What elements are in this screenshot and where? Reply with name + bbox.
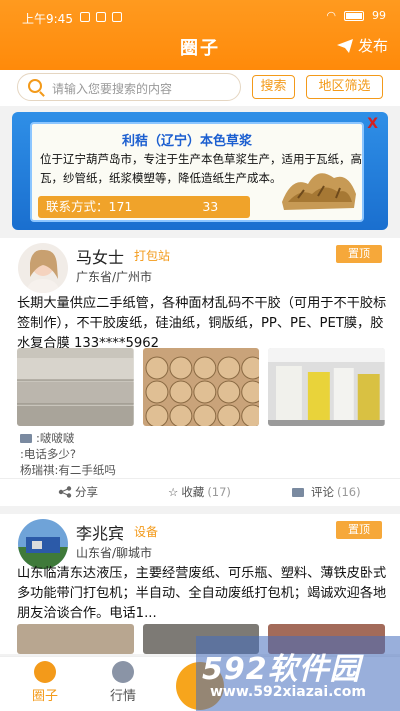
send-icon [336,38,353,53]
banner-title: 利秸（辽宁）本色草浆 [121,134,252,149]
trend-icon [112,661,134,683]
search-placeholder: 请输入您要搜索的内容 [52,82,173,96]
notification-icon [96,12,106,22]
post-photo[interactable] [17,348,134,426]
circle-icon [34,661,56,683]
author-name[interactable]: 马女士 [76,244,124,268]
post-photos [17,348,386,426]
post-photo[interactable] [142,348,260,426]
watermark: 592软件园 www.592xiazai.com [196,636,400,711]
avatar[interactable] [18,243,68,293]
share-button[interactable]: 分享 [58,484,98,500]
favorite-button[interactable]: ☆ 收藏 (17) [168,484,231,500]
comment-icon [292,487,304,497]
post-content[interactable]: 长期大量供应二手纸管，各种面材乱码不干胶（可用于不干胶标签制作），不干胶废纸，硅… [17,294,387,354]
comment-icon [20,434,32,443]
publish-label: 发布 [357,37,388,55]
ad-banner[interactable]: 利秸（辽宁）本色草浆 位于辽宁葫芦岛市，专注于生产本色草浆生产，适用于瓦纸，高瓦… [12,112,388,230]
region-filter-button[interactable]: 地区筛选 [306,75,383,99]
watermark-url: www.592xiazai.com [210,684,366,700]
publish-button[interactable]: 发布 [336,35,388,56]
comment-line: :啵啵啵 [20,430,74,446]
search-row: 请输入您要搜索的内容 搜索 地区筛选 [0,70,400,106]
divider [0,478,400,479]
comment-line: :电话多少? [20,447,76,461]
post-card[interactable]: 马女士 打包站 广东省/广州市 置顶 长期大量供应二手纸管，各种面材乱码不干胶（… [0,238,400,506]
battery-icon [344,10,364,21]
pinned-badge: 置顶 [336,521,382,539]
search-icon [28,79,42,93]
banner-contact: 联系方式：171 33 [38,196,250,218]
post-photo[interactable] [17,624,134,654]
author-role: 打包站 [134,249,171,263]
status-bar: 上午9:45 ◠ 99 [0,0,400,28]
author-location: 山东省/聊城市 [76,546,153,560]
notification-icon [80,12,90,22]
author-role: 设备 [134,525,159,539]
close-icon[interactable]: X [367,116,378,132]
notification-icon [112,12,122,22]
pinned-badge: 置顶 [336,245,382,263]
wifi-icon: ◠ [326,9,336,22]
share-icon [58,486,72,498]
app-header: 上午9:45 ◠ 99 圈子 发布 [0,0,400,70]
author-location: 广东省/广州市 [76,270,153,284]
nav-item-market[interactable]: 行情 [88,657,158,704]
avatar[interactable] [18,519,68,569]
post-photo[interactable] [268,348,386,426]
post-card[interactable]: 李兆宾 设备 山东省/聊城市 置顶 山东临清东达液压，主要经营废纸、可乐瓶、塑料… [0,514,400,654]
search-input[interactable]: 请输入您要搜索的内容 [17,73,241,101]
pulp-image [282,173,356,210]
star-icon: ☆ [168,485,179,499]
status-right: ◠ 99 [326,9,386,22]
contact-tail: 33 [202,199,219,214]
watermark-logo: 592软件园 [202,652,361,687]
status-time: 上午9:45 [22,12,73,26]
comment-line: 杨瑞祺:有二手纸吗 [20,463,116,477]
contact-label: 联系方式：171 [46,199,133,214]
battery-level: 99 [372,9,386,22]
banner-card: 利秸（辽宁）本色草浆 位于辽宁葫芦岛市，专注于生产本色草浆生产，适用于瓦纸，高瓦… [30,122,364,222]
author-name[interactable]: 李兆宾 [76,520,124,544]
nav-item-circle[interactable]: 圈子 [10,657,80,704]
search-button[interactable]: 搜索 [252,75,295,99]
post-content[interactable]: 山东临清东达液压，主要经营废纸、可乐瓶、塑料、薄铁皮卧式多功能带门打包机；半自动… [17,564,387,624]
comment-button[interactable]: 评论 (16) [292,484,361,500]
